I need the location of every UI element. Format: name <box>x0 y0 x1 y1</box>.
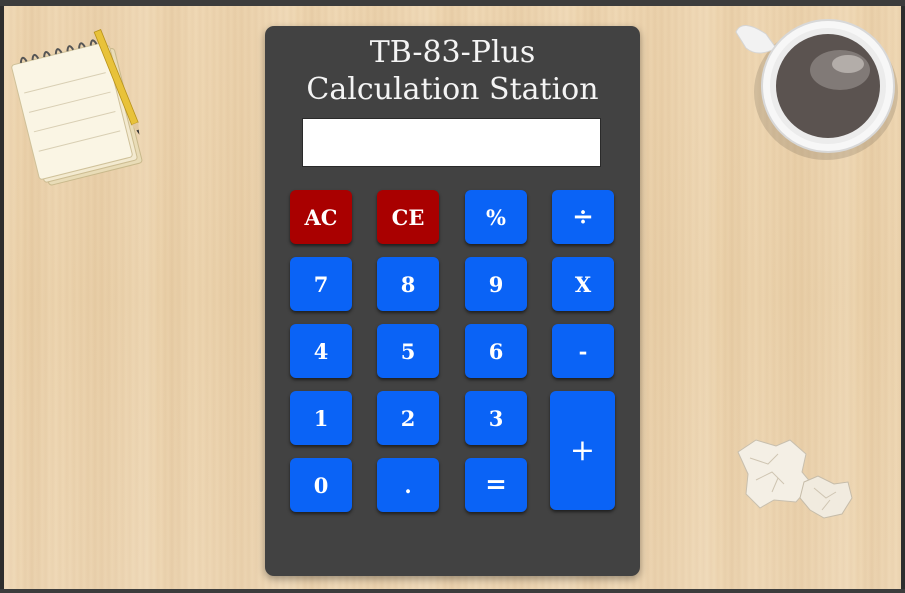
seven-button[interactable]: 7 <box>290 257 352 311</box>
percent-button[interactable]: % <box>465 190 527 244</box>
crumpled-paper-icon <box>737 439 853 519</box>
one-button[interactable]: 1 <box>290 391 352 445</box>
bottom-frame <box>0 589 905 593</box>
eight-button[interactable]: 8 <box>377 257 439 311</box>
title-line-1: TB-83-Plus <box>369 35 536 70</box>
three-button[interactable]: 3 <box>465 391 527 445</box>
calculator: TB-83-Plus Calculation Station AC CE % ÷… <box>265 26 640 576</box>
clear-entry-button[interactable]: CE <box>377 190 439 244</box>
calculator-display <box>302 118 601 167</box>
two-button[interactable]: 2 <box>377 391 439 445</box>
decimal-button[interactable]: . <box>377 458 439 512</box>
five-button[interactable]: 5 <box>377 324 439 378</box>
multiply-button[interactable]: X <box>552 257 614 311</box>
calculator-title: TB-83-Plus Calculation Station <box>265 34 640 108</box>
coffee-cup-icon <box>735 19 898 160</box>
all-clear-button[interactable]: AC <box>290 190 352 244</box>
four-button[interactable]: 4 <box>290 324 352 378</box>
zero-button[interactable]: 0 <box>290 458 352 512</box>
add-button[interactable]: + <box>550 391 615 510</box>
notepad-with-pencil-icon <box>11 29 143 186</box>
divide-button[interactable]: ÷ <box>552 190 614 244</box>
subtract-button[interactable]: - <box>552 324 614 378</box>
title-line-2: Calculation Station <box>306 72 599 107</box>
six-button[interactable]: 6 <box>465 324 527 378</box>
nine-button[interactable]: 9 <box>465 257 527 311</box>
equals-button[interactable]: = <box>465 458 527 512</box>
